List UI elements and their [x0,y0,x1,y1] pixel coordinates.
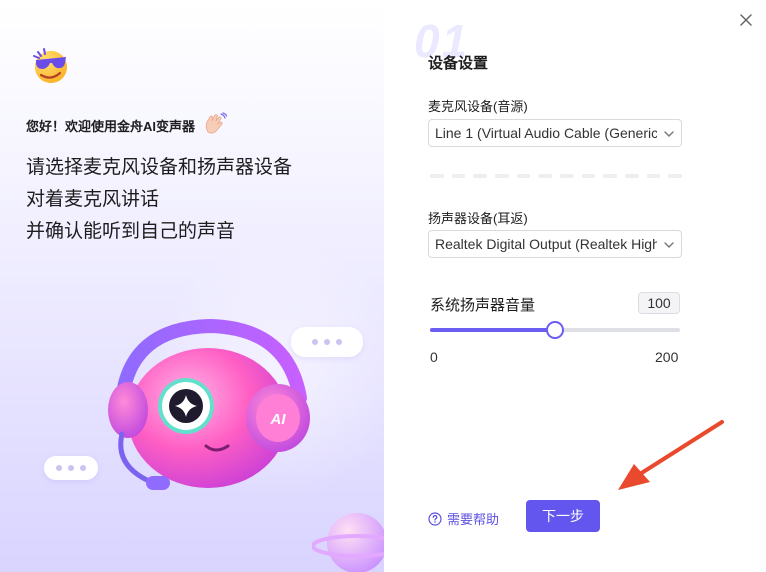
mic-level-meter [430,174,683,180]
welcome-text: 您好！欢迎使用金舟AI变声器 [26,118,196,134]
instruction-line-3: 并确认能听到自己的声音 [26,221,236,242]
welcome-row: 您好！欢迎使用金舟AI变声器 [26,112,228,138]
volume-value-input[interactable]: 100 [638,292,680,314]
chevron-down-icon [664,131,674,137]
help-link[interactable]: 需要帮助 [428,509,499,528]
volume-label: 系统扬声器音量 [430,297,536,314]
speaker-select[interactable]: Realtek Digital Output (Realtek High Def… [428,230,682,258]
next-button[interactable]: 下一步 [526,500,600,532]
page-title: 设备设置 [428,55,489,72]
mascot-illustration: AI [108,318,310,490]
mascot-ai-badge: AI [270,411,287,428]
volume-min-label: 0 [430,349,438,365]
left-panel: 您好！欢迎使用金舟AI变声器 请选择麦克风设备和扬声器设备 对着麦克风讲话 并确… [0,0,384,572]
close-icon[interactable] [736,10,756,30]
sunglasses-emoji-icon [33,48,67,83]
waving-hand-icon [205,112,228,134]
instruction-line-1: 请选择麦克风设备和扬声器设备 [26,157,293,178]
instruction-line-2: 对着麦克风讲话 [26,189,160,210]
chat-bubble-icon [44,456,98,480]
volume-slider-fill [430,328,555,332]
help-link-label: 需要帮助 [447,512,500,527]
mic-select-value: Line 1 (Virtual Audio Cable (Generic)) [435,125,657,141]
volume-max-label: 200 [655,349,679,365]
mic-label: 麦克风设备(音源) [428,99,528,114]
volume-slider-thumb[interactable] [546,321,564,339]
mic-select[interactable]: Line 1 (Virtual Audio Cable (Generic)) [428,119,682,147]
question-circle-icon [428,511,442,526]
planet-decoration [312,513,384,572]
annotation-arrow [618,420,724,490]
speaker-select-value: Realtek Digital Output (Realtek High Def… [435,236,657,252]
speaker-label: 扬声器设备(耳返) [428,211,528,226]
chevron-down-icon [664,242,674,248]
volume-slider[interactable] [430,321,680,339]
